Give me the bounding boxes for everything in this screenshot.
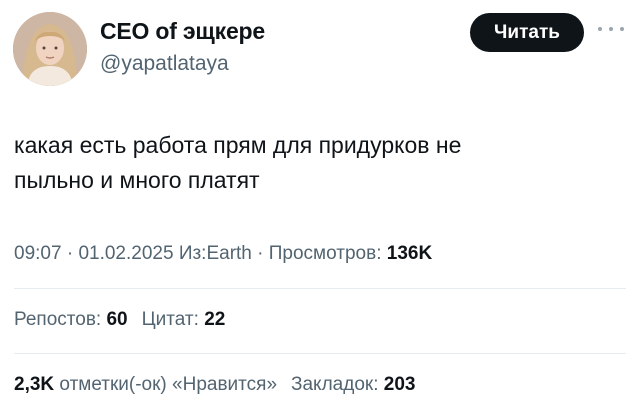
likes-label: отметки(-ок) «Нравится» bbox=[59, 374, 278, 395]
meta-separator: · bbox=[251, 243, 269, 264]
timestamp-date[interactable]: 01.02.2025 bbox=[78, 243, 173, 264]
reposts-count: 60 bbox=[106, 309, 128, 330]
views-label: Просмотров: bbox=[268, 243, 382, 264]
tweet-source: Из:Earth bbox=[178, 243, 252, 264]
avatar-image bbox=[13, 12, 87, 86]
tweet-line: какая есть работа прям для придурков не bbox=[14, 132, 462, 158]
tweet-line: пыльно и много платят bbox=[14, 167, 260, 193]
bookmarks-link[interactable]: Закладок: 203 bbox=[291, 374, 415, 395]
tweet-text: какая есть работа прям для придурков не … bbox=[14, 128, 614, 198]
reposts-label: Репостов: bbox=[14, 309, 102, 330]
engagement-row: Репостов: 60 Цитат: 22 bbox=[14, 309, 225, 331]
display-name[interactable]: CEO of эщкере bbox=[100, 18, 265, 45]
likes-count: 2,3K bbox=[14, 374, 55, 395]
tweet-meta: 09:07 · 01.02.2025 Из:Earth · Просмотров… bbox=[14, 243, 432, 265]
user-handle[interactable]: @yapatlataya bbox=[100, 52, 229, 76]
dot bbox=[620, 27, 624, 31]
quotes-count: 22 bbox=[204, 309, 226, 330]
divider bbox=[14, 288, 626, 289]
quotes-link[interactable]: Цитат: 22 bbox=[142, 309, 226, 330]
likes-link[interactable]: 2,3K отметки(-ок) «Нравится» bbox=[14, 374, 277, 395]
meta-separator: · bbox=[61, 243, 79, 264]
dot bbox=[609, 27, 613, 31]
avatar[interactable] bbox=[13, 12, 87, 86]
timestamp-time[interactable]: 09:07 bbox=[14, 243, 62, 264]
more-horizontal-icon[interactable] bbox=[598, 22, 624, 36]
divider bbox=[14, 353, 626, 354]
follow-button[interactable]: Читать bbox=[470, 13, 584, 52]
dot bbox=[598, 27, 602, 31]
bookmarks-label: Закладок: bbox=[291, 374, 379, 395]
quotes-label: Цитат: bbox=[141, 309, 199, 330]
engagement-row: 2,3K отметки(-ок) «Нравится» Закладок: 20… bbox=[14, 374, 415, 396]
bookmarks-count: 203 bbox=[383, 374, 416, 395]
reposts-link[interactable]: Репостов: 60 bbox=[14, 309, 128, 330]
views-count: 136K bbox=[386, 243, 433, 264]
